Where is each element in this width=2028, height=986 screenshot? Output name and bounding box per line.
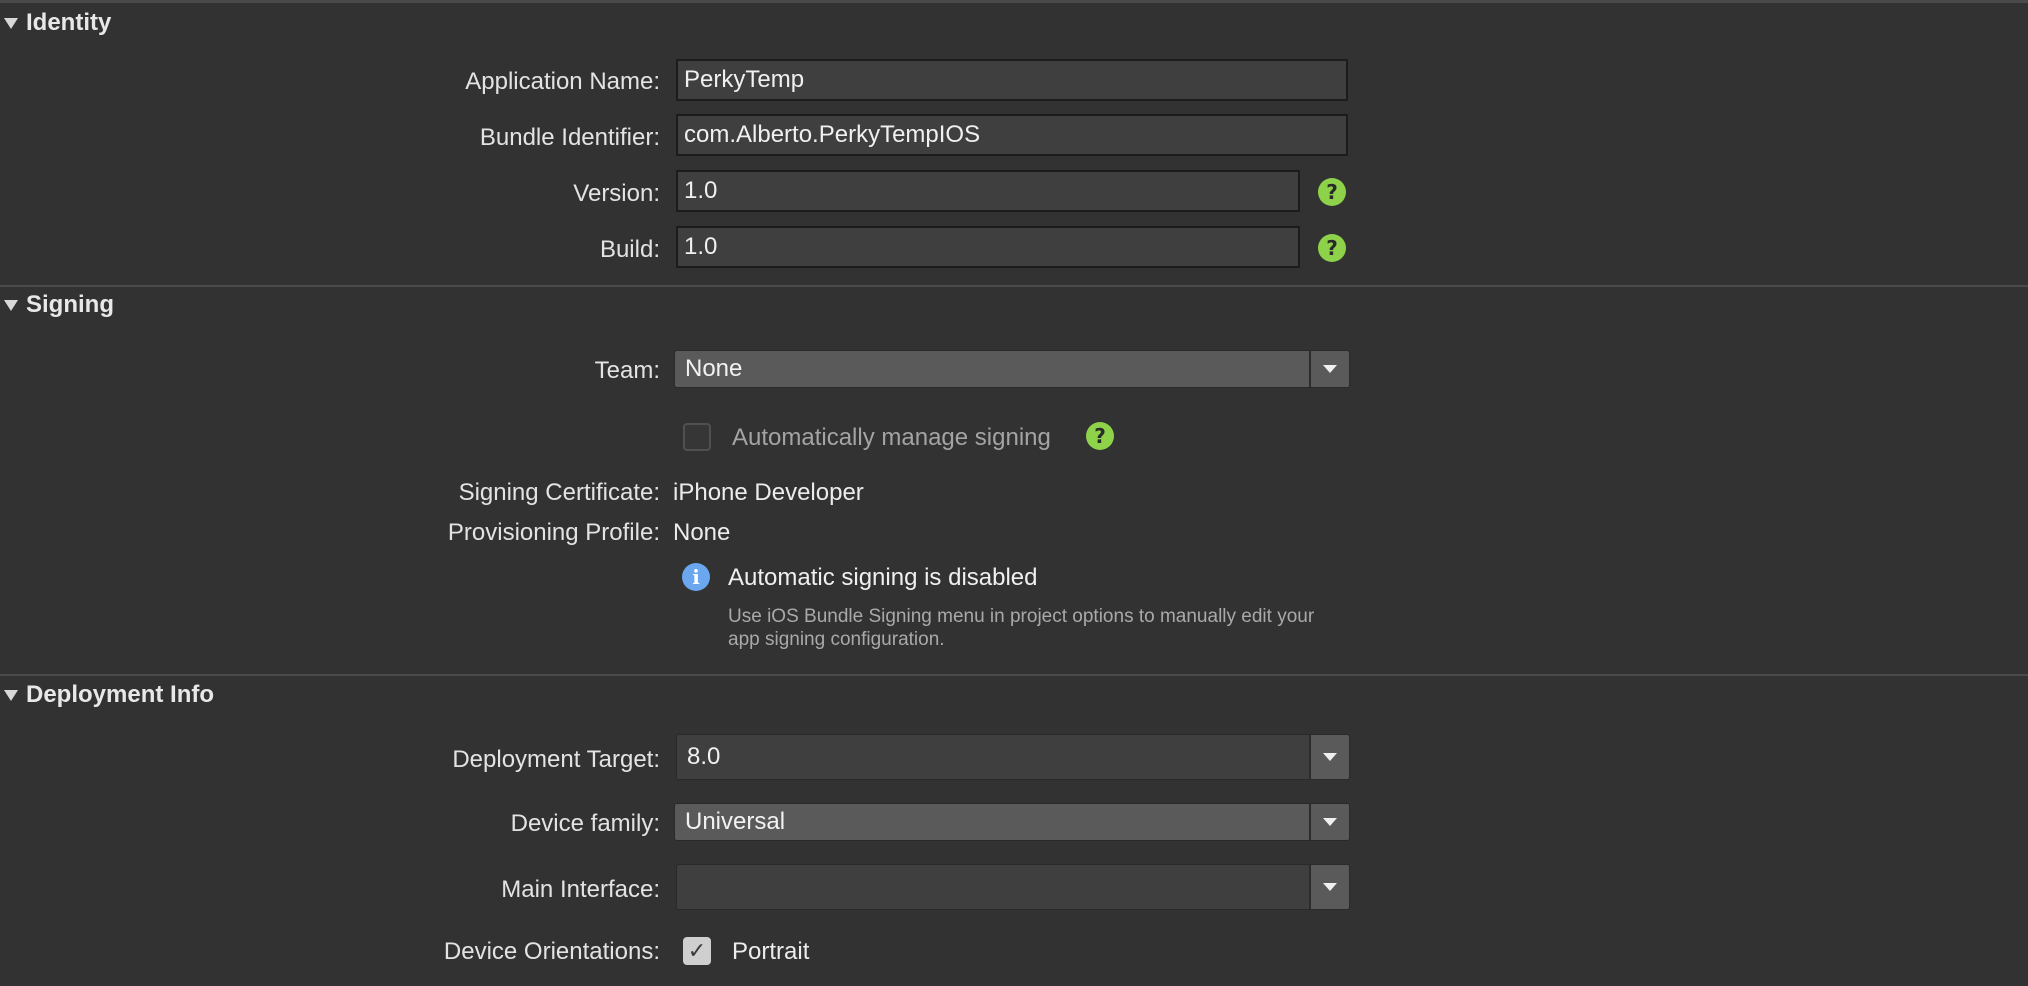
- chevron-down-icon: [1323, 883, 1337, 891]
- deployment-section-header[interactable]: Deployment Info: [4, 680, 214, 710]
- disclosure-triangle-icon[interactable]: [4, 299, 18, 311]
- portrait-checkbox[interactable]: ✓: [683, 937, 711, 965]
- section-divider: [0, 285, 2028, 287]
- top-border: [0, 0, 2028, 3]
- bundle-identifier-field[interactable]: [676, 114, 1348, 156]
- info-icon: i: [682, 563, 710, 591]
- chevron-down-icon: [1323, 365, 1337, 373]
- chevron-down-icon: [1323, 753, 1337, 761]
- signing-header-label: Signing: [26, 291, 114, 318]
- team-label: Team:: [594, 357, 660, 384]
- help-icon[interactable]: ?: [1086, 422, 1114, 450]
- disclosure-triangle-icon[interactable]: [4, 689, 18, 701]
- auto-manage-signing-checkbox[interactable]: [683, 423, 711, 451]
- signing-section-header[interactable]: Signing: [4, 290, 114, 320]
- deployment-target-value[interactable]: 8.0: [677, 735, 1309, 779]
- identity-header-label: Identity: [26, 9, 112, 36]
- main-interface-value[interactable]: [677, 865, 1309, 909]
- application-name-label: Application Name:: [465, 68, 660, 95]
- signing-certificate-value: iPhone Developer: [673, 479, 864, 506]
- popup-arrow[interactable]: [1309, 351, 1349, 387]
- popup-arrow[interactable]: [1309, 804, 1349, 840]
- bundle-identifier-label: Bundle Identifier:: [479, 124, 660, 151]
- signing-certificate-label: Signing Certificate:: [458, 479, 660, 506]
- main-interface-label: Main Interface:: [501, 876, 660, 903]
- disclosure-triangle-icon[interactable]: [4, 17, 18, 29]
- version-field[interactable]: [676, 170, 1300, 212]
- device-family-popup[interactable]: Universal: [674, 803, 1350, 841]
- signing-info-description: Use iOS Bundle Signing menu in project o…: [728, 606, 1315, 650]
- device-family-label: Device family:: [510, 810, 660, 837]
- team-popup[interactable]: None: [674, 350, 1350, 388]
- popup-arrow[interactable]: [1309, 865, 1349, 909]
- build-label: Build:: [599, 236, 660, 263]
- device-orientations-label: Device Orientations:: [443, 938, 660, 965]
- deployment-target-combo[interactable]: 8.0: [676, 734, 1350, 780]
- help-icon[interactable]: ?: [1318, 178, 1346, 206]
- identity-section-header[interactable]: Identity: [4, 8, 111, 38]
- build-field[interactable]: [676, 226, 1300, 268]
- signing-info-title: Automatic signing is disabled: [728, 564, 1038, 591]
- provisioning-profile-value: None: [673, 519, 731, 546]
- version-label: Version:: [573, 180, 660, 207]
- deployment-target-label: Deployment Target:: [452, 746, 660, 773]
- main-interface-combo[interactable]: [676, 864, 1350, 910]
- team-popup-value: None: [685, 355, 743, 382]
- popup-arrow[interactable]: [1309, 735, 1349, 779]
- deployment-header-label: Deployment Info: [26, 681, 215, 708]
- section-divider: [0, 674, 2028, 676]
- device-family-value: Universal: [685, 808, 786, 835]
- auto-manage-signing-label: Automatically manage signing: [732, 424, 1051, 451]
- application-name-field[interactable]: [676, 59, 1348, 101]
- provisioning-profile-label: Provisioning Profile:: [447, 519, 660, 546]
- chevron-down-icon: [1323, 818, 1337, 826]
- help-icon[interactable]: ?: [1318, 234, 1346, 262]
- portrait-label: Portrait: [732, 938, 810, 965]
